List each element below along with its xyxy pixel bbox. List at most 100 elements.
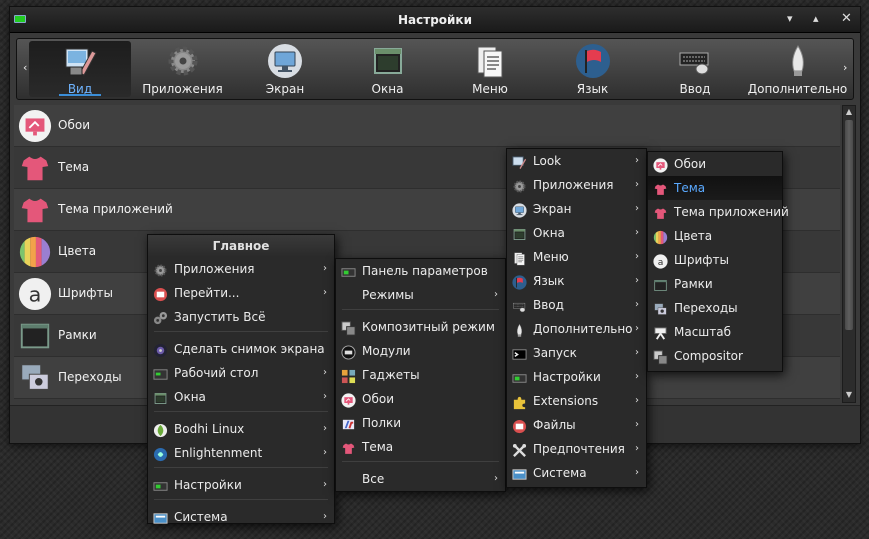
tab-0[interactable]: Вид <box>29 41 131 97</box>
submenu-arrow-icon: › <box>635 251 639 262</box>
look-menu-item[interactable]: Цвета <box>648 224 782 248</box>
categories-menu-item[interactable]: Настройки › <box>507 365 646 389</box>
main-menu-item[interactable]: Окна › <box>148 385 334 409</box>
tab-3[interactable]: Окна <box>337 41 439 97</box>
categories-menu-item[interactable]: Запуск › <box>507 341 646 365</box>
look-menu-item[interactable]: Тема <box>648 176 782 200</box>
scroll-up-icon[interactable]: ▲ <box>844 107 854 116</box>
settings-menu-item[interactable]: Режимы › <box>336 283 505 307</box>
puzzle-icon <box>512 394 527 410</box>
categories-menu-item[interactable]: Ввод › <box>507 293 646 317</box>
categories-menu-item[interactable]: Предпочтения › <box>507 437 646 461</box>
look-menu-item[interactable]: Масштаб <box>648 320 782 344</box>
submenu-arrow-icon: › <box>635 443 639 454</box>
categories-menu-item[interactable]: Look › <box>507 149 646 173</box>
monitor-icon <box>512 202 527 218</box>
submenu-arrow-icon: › <box>323 423 327 434</box>
categories-menu-item[interactable]: Окна › <box>507 221 646 245</box>
menu-item-label: Приложения <box>174 262 255 276</box>
scroll-thumb[interactable] <box>845 120 853 330</box>
menu-item-label: Приложения <box>533 178 614 192</box>
close-icon[interactable]: ✕ <box>841 11 852 26</box>
categories-menu-item[interactable]: Язык › <box>507 269 646 293</box>
files-icon <box>512 418 527 434</box>
list-scrollbar[interactable]: ▲ ▼ <box>842 105 856 403</box>
main-menu-item[interactable]: Настройки › <box>148 473 334 497</box>
categories-menu-item[interactable]: Дополнительно › <box>507 317 646 341</box>
iconify-icon[interactable]: ▾ <box>787 12 793 25</box>
tshirt-icon <box>18 193 52 227</box>
look-menu-item[interactable]: Переходы <box>648 296 782 320</box>
categories-menu-item[interactable]: Меню › <box>507 245 646 269</box>
main-menu-item[interactable]: Enlightenment › <box>148 441 334 465</box>
tab-4[interactable]: Меню <box>439 41 541 97</box>
list-item-label: Тема приложений <box>58 202 173 216</box>
settings-menu-item[interactable]: Панель параметров <box>336 259 505 283</box>
list-item-label: Обои <box>58 118 90 132</box>
tab-label: Дополнительно <box>747 82 848 96</box>
menu-item-label: Цвета <box>674 229 713 243</box>
settings-menu-item[interactable]: Тема <box>336 435 505 459</box>
desktop-icon <box>153 366 168 381</box>
title-bar[interactable]: Настройки ▾ ▴ ✕ <box>10 7 860 33</box>
list-item-label: Цвета <box>58 244 97 258</box>
list-item[interactable]: Обои <box>14 105 840 147</box>
svg-text:a: a <box>29 283 42 307</box>
submenu-arrow-icon: › <box>635 179 639 190</box>
settings-menu-item[interactable]: Гаджеты <box>336 363 505 387</box>
submenu-arrow-icon: › <box>323 391 327 402</box>
look-menu-item[interactable]: Обои <box>648 152 782 176</box>
settings-menu-item[interactable]: Все › <box>336 467 505 491</box>
menu-item-label: Модули <box>362 344 411 358</box>
tab-1[interactable]: Приложения <box>132 41 234 97</box>
settings-menu-item[interactable]: Композитный режим <box>336 315 505 339</box>
main-menu-item[interactable]: Сделать снимок экрана <box>148 337 334 361</box>
menu-item-label: Окна <box>174 390 206 404</box>
menu-item-label: Ввод <box>533 298 564 312</box>
tab-5[interactable]: Язык <box>542 41 644 97</box>
compositor-icon <box>653 349 668 365</box>
menu-item-label: Режимы <box>362 288 414 302</box>
look-menu-item[interactable]: Тема приложений <box>648 200 789 224</box>
submenu-arrow-icon: › <box>494 473 498 484</box>
categories-menu-item[interactable]: Приложения › <box>507 173 646 197</box>
menu-item-label: Система <box>174 510 228 524</box>
scroll-left-icon[interactable]: ‹ <box>23 61 27 74</box>
categories-menu-item[interactable]: Extensions › <box>507 389 646 413</box>
main-menu-item[interactable]: Приложения › <box>148 257 334 281</box>
wallpaper-icon <box>18 109 52 143</box>
flag-icon <box>575 43 611 79</box>
tab-2[interactable]: Экран <box>234 41 336 97</box>
submenu-arrow-icon: › <box>323 367 327 378</box>
list-item-label: Рамки <box>58 328 97 342</box>
tab-7[interactable]: Дополнительно <box>747 41 849 97</box>
settings-icon <box>341 264 356 279</box>
categories-menu-item[interactable]: Система › <box>507 461 646 485</box>
submenu-arrow-icon: › <box>635 275 639 286</box>
main-menu-item[interactable]: Система › <box>148 505 334 529</box>
categories-menu-item[interactable]: Экран › <box>507 197 646 221</box>
system-icon <box>153 510 168 525</box>
transitions-icon <box>653 301 668 316</box>
compositor-icon <box>341 320 356 336</box>
main-menu-item[interactable]: Bodhi Linux › <box>148 417 334 441</box>
settings-icon <box>153 478 168 493</box>
categories-menu-item[interactable]: Файлы › <box>507 413 646 437</box>
settings-icon <box>512 370 527 385</box>
maximize-icon[interactable]: ▴ <box>813 12 819 25</box>
scroll-down-icon[interactable]: ▼ <box>844 390 854 399</box>
look-menu-item[interactable]: Compositor <box>648 344 782 368</box>
paint-brush-icon <box>62 43 98 79</box>
main-menu-item[interactable]: Рабочий стол › <box>148 361 334 385</box>
bulb-icon <box>512 322 527 337</box>
main-menu-item[interactable]: Запустить Всё <box>148 305 334 329</box>
look-menu-item[interactable]: Рамки <box>648 272 782 296</box>
menu-item-label: Меню <box>533 250 569 264</box>
settings-menu-item[interactable]: Полки <box>336 411 505 435</box>
look-menu-item[interactable]: a Шрифты <box>648 248 782 272</box>
settings-menu-item[interactable]: Обои <box>336 387 505 411</box>
menu-item-label: Шрифты <box>674 253 729 267</box>
tab-6[interactable]: Ввод <box>644 41 746 97</box>
settings-menu-item[interactable]: Модули <box>336 339 505 363</box>
main-menu-item[interactable]: Перейти... › <box>148 281 334 305</box>
